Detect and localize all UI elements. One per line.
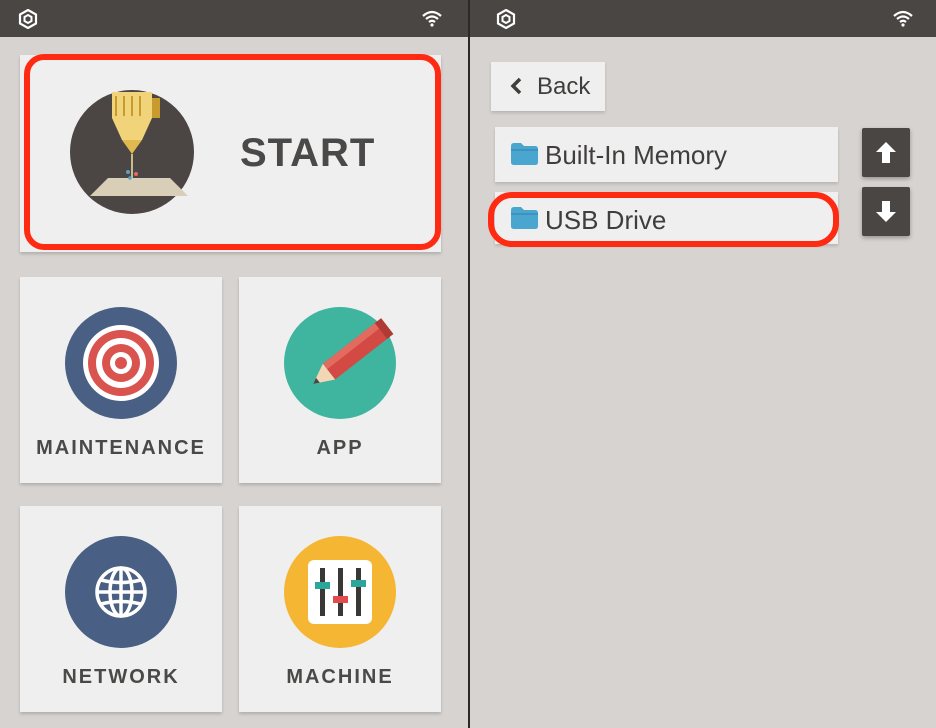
usb-drive-highlight xyxy=(488,192,839,247)
machine-button[interactable]: MACHINE xyxy=(239,506,441,712)
scroll-down-button[interactable] xyxy=(862,187,910,236)
folder-icon xyxy=(511,143,538,165)
target-icon xyxy=(65,307,177,419)
home-panel: START MAINTENANCE APP NETWORK MACHINE xyxy=(0,0,469,728)
wifi-icon xyxy=(893,10,913,27)
pencil-icon xyxy=(284,307,396,419)
chevron-left-icon xyxy=(510,77,522,95)
globe-icon xyxy=(65,536,177,648)
back-button[interactable]: Back xyxy=(491,62,605,111)
network-button[interactable]: NETWORK xyxy=(20,506,222,712)
status-bar xyxy=(470,0,936,37)
scroll-up-button[interactable] xyxy=(862,128,910,177)
maintenance-label: MAINTENANCE xyxy=(36,437,206,459)
arrow-up-icon xyxy=(876,142,896,163)
arrow-down-icon xyxy=(876,201,896,222)
storage-panel: Back Built-In Memory USB Drive xyxy=(470,0,936,728)
storage-item-built-in-memory[interactable]: Built-In Memory xyxy=(495,127,838,182)
status-bar xyxy=(0,0,469,37)
maintenance-button[interactable]: MAINTENANCE xyxy=(20,277,222,483)
wifi-icon xyxy=(422,10,442,27)
network-label: NETWORK xyxy=(62,666,180,688)
back-label: Back xyxy=(537,73,591,100)
storage-item-label: Built-In Memory xyxy=(545,140,728,170)
brand-logo-icon xyxy=(18,9,38,29)
start-highlight xyxy=(24,54,441,250)
app-label: APP xyxy=(316,437,364,459)
app-button[interactable]: APP xyxy=(239,277,441,483)
sliders-icon xyxy=(284,536,396,648)
brand-logo-icon xyxy=(496,9,516,29)
machine-label: MACHINE xyxy=(286,666,394,688)
